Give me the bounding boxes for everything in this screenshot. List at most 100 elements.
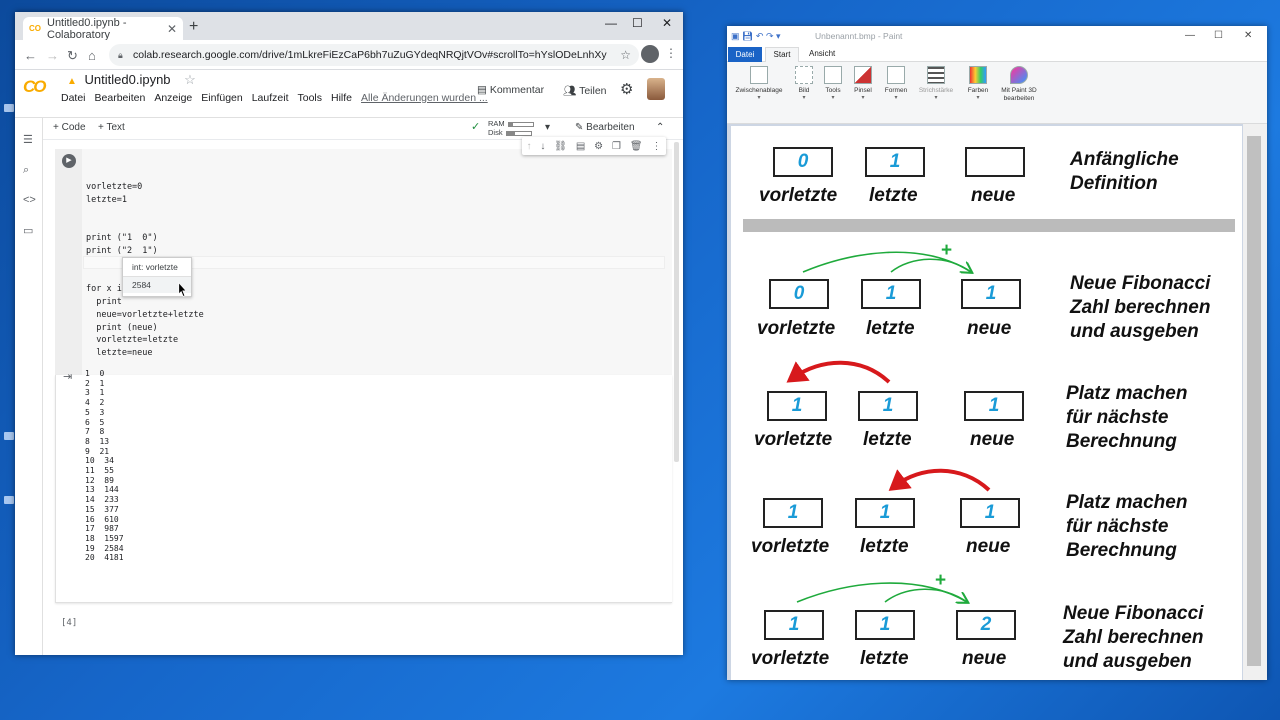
add-code-button[interactable]: + Code bbox=[53, 122, 86, 133]
shapes-group[interactable]: Formen ▾ bbox=[882, 66, 910, 102]
desktop-icon[interactable] bbox=[4, 496, 14, 504]
link-icon[interactable]: ⛓ bbox=[554, 141, 567, 152]
search-icon[interactable]: ⌕ bbox=[23, 164, 29, 177]
browser-tab[interactable]: CO Untitled0.ipynb - Colaboratory ✕ bbox=[23, 17, 183, 41]
notebook-title-row: ▲ Untitled0.ipynb ☆ bbox=[67, 72, 196, 88]
image-group[interactable]: Bild ▾ bbox=[793, 66, 815, 102]
forward-icon[interactable]: → bbox=[46, 48, 59, 63]
paint-title: Unbenannt.bmp - Paint bbox=[815, 31, 903, 41]
colors-group[interactable]: Farben ▾ bbox=[964, 66, 992, 102]
menu-einfuegen[interactable]: Einfügen bbox=[201, 92, 242, 104]
image-label: Bild bbox=[798, 87, 810, 94]
toc-icon[interactable]: ☰ bbox=[23, 133, 33, 146]
brushes-label: Pinsel bbox=[854, 87, 872, 94]
comment-cell-icon[interactable]: ▤ bbox=[576, 141, 585, 152]
menu-laufzeit[interactable]: Laufzeit bbox=[252, 92, 289, 104]
close-tab-icon[interactable]: ✕ bbox=[167, 22, 177, 36]
menu-hilfe[interactable]: Hilfe bbox=[331, 92, 352, 104]
clipboard-label: Zwischenablage bbox=[735, 87, 783, 94]
share-label: Teilen bbox=[579, 85, 607, 97]
arrows-overlay bbox=[786, 251, 991, 680]
paint-canvas[interactable]: 0 1 vorletzte letzte neue Anfängliche De… bbox=[731, 126, 1242, 680]
shapes-icon bbox=[887, 66, 905, 84]
shapes-label: Formen bbox=[884, 87, 908, 94]
tab-ansicht[interactable]: Ansicht bbox=[809, 49, 835, 58]
notebook-scrollbar[interactable] bbox=[674, 142, 679, 462]
green-arrow-icon bbox=[802, 251, 971, 272]
paint-close-button[interactable]: ✕ bbox=[1244, 26, 1252, 46]
bookmark-star-icon[interactable]: ☆ bbox=[620, 44, 631, 66]
browser-menu-icon[interactable]: ⋮ bbox=[665, 46, 677, 60]
cell-gutter bbox=[55, 149, 82, 375]
green-arrow-icon bbox=[890, 258, 972, 273]
minimize-button[interactable]: — bbox=[605, 16, 617, 30]
lock-icon: 🔒︎ bbox=[118, 50, 123, 60]
run-cell-button[interactable]: ▶ bbox=[62, 154, 76, 168]
image-select-icon bbox=[795, 66, 813, 84]
edit-button[interactable]: ✎ Bearbeiten bbox=[575, 122, 635, 133]
tab-datei[interactable]: Datei bbox=[728, 47, 762, 62]
back-icon[interactable]: ← bbox=[24, 48, 37, 63]
ram-bar bbox=[507, 121, 534, 127]
paint-window: ▣ 💾︎ ↶ ↷ ▾ Unbenannt.bmp - Paint — ☐ ✕ D… bbox=[727, 26, 1267, 680]
colab-logo[interactable]: CO bbox=[23, 77, 46, 97]
share-button[interactable]: 👥︎ Teilen bbox=[563, 84, 607, 97]
tools-group[interactable]: Tools ▾ bbox=[821, 66, 845, 102]
maximize-button[interactable]: ☐ bbox=[632, 16, 643, 30]
files-folder-icon[interactable]: ▭ bbox=[23, 224, 33, 237]
url-field[interactable]: 🔒︎ colab.research.google.com/drive/1mLkr… bbox=[109, 44, 639, 66]
paint-maximize-button[interactable]: ☐ bbox=[1214, 26, 1223, 46]
quick-access-toolbar[interactable]: ▣ 💾︎ ↶ ↷ ▾ bbox=[731, 26, 781, 46]
paint3d-group[interactable]: Mit Paint 3D bearbeiten bbox=[995, 66, 1043, 102]
paint-ribbon-tabs: Datei Start Ansicht bbox=[727, 46, 1267, 62]
new-tab-button[interactable]: + bbox=[189, 18, 198, 36]
collapse-chevron-icon[interactable]: ⌃ bbox=[656, 122, 664, 133]
menu-anzeige[interactable]: Anzeige bbox=[154, 92, 192, 104]
account-avatar[interactable] bbox=[641, 45, 659, 63]
notebook-title[interactable]: Untitled0.ipynb bbox=[85, 72, 171, 87]
colors-label: Farben bbox=[967, 87, 989, 94]
comment-icon: ▤ bbox=[477, 84, 490, 96]
paint-minimize-button[interactable]: — bbox=[1185, 26, 1195, 46]
share-icon: 👥︎ bbox=[563, 85, 580, 97]
add-text-button[interactable]: + Text bbox=[98, 122, 125, 133]
mirror-cell-icon[interactable]: ❐ bbox=[612, 141, 621, 152]
stroke-size-group[interactable]: Strichstärke ▾ bbox=[915, 66, 957, 102]
star-icon[interactable]: ☆ bbox=[184, 72, 196, 87]
more-icon[interactable]: ⋮ bbox=[651, 141, 661, 152]
menu-tools[interactable]: Tools bbox=[298, 92, 323, 104]
runtime-dropdown-icon[interactable]: ▾ bbox=[545, 122, 550, 133]
paint3d-label: Mit Paint 3D bearbeiten bbox=[1001, 87, 1037, 102]
output-icon[interactable]: ⇥ bbox=[63, 370, 72, 383]
settings-gear-icon[interactable]: ⚙ bbox=[620, 80, 633, 98]
comment-button[interactable]: ▤ Kommentar bbox=[477, 84, 544, 96]
paint-scrollbar[interactable] bbox=[1243, 124, 1267, 680]
save-status[interactable]: Alle Änderungen wurden ... bbox=[361, 92, 488, 104]
address-bar-row: ← → ↻ ⌂ 🔒︎ colab.research.google.com/dri… bbox=[15, 40, 683, 70]
move-down-icon[interactable]: ↓ bbox=[540, 141, 545, 152]
cell-settings-icon[interactable]: ⚙ bbox=[594, 141, 603, 152]
red-arrow-icon bbox=[786, 360, 891, 384]
edit-label: Bearbeiten bbox=[586, 122, 635, 133]
resource-monitor[interactable]: RAM Disk bbox=[488, 119, 534, 137]
delete-cell-icon[interactable]: 🗑︎ bbox=[630, 141, 643, 152]
paint3d-icon bbox=[1010, 66, 1028, 84]
tab-bar: CO Untitled0.ipynb - Colaboratory ✕ + — … bbox=[15, 12, 683, 41]
brushes-group[interactable]: Pinsel ▾ bbox=[851, 66, 875, 102]
code-snippets-icon[interactable]: <> bbox=[23, 194, 36, 206]
desktop-icon[interactable] bbox=[4, 432, 14, 440]
menu-bearbeiten[interactable]: Bearbeiten bbox=[95, 92, 146, 104]
colab-header: CO ▲ Untitled0.ipynb ☆ Datei Bearbeiten … bbox=[15, 70, 683, 118]
move-up-icon[interactable]: ↑ bbox=[526, 141, 531, 152]
home-icon[interactable]: ⌂ bbox=[88, 48, 96, 63]
close-window-button[interactable]: ✕ bbox=[662, 16, 672, 30]
clipboard-group[interactable]: Zwischenablage ▾ bbox=[730, 66, 788, 102]
reload-icon[interactable]: ↻ bbox=[67, 48, 78, 64]
desktop-icon[interactable] bbox=[4, 104, 14, 112]
browser-window: CO Untitled0.ipynb - Colaboratory ✕ + — … bbox=[15, 12, 683, 655]
green-arrow-icon bbox=[796, 582, 967, 602]
tab-start[interactable]: Start bbox=[765, 47, 799, 62]
ram-label: RAM bbox=[488, 119, 505, 128]
user-avatar[interactable] bbox=[647, 78, 665, 100]
menu-datei[interactable]: Datei bbox=[61, 92, 86, 104]
